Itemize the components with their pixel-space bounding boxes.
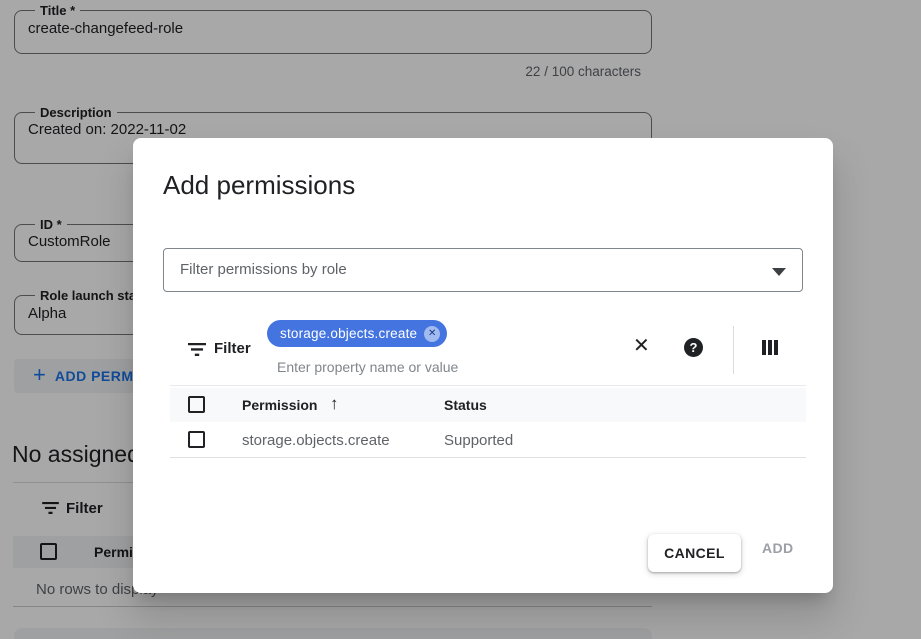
table-row[interactable]: storage.objects.create Supported: [170, 422, 806, 458]
sort-ascending-icon[interactable]: ↑: [330, 394, 339, 414]
clear-filters-icon[interactable]: ✕: [633, 335, 650, 357]
add-button[interactable]: ADD: [762, 540, 794, 556]
chevron-down-icon: [772, 268, 786, 276]
row-permission-cell: storage.objects.create: [242, 432, 390, 449]
help-icon[interactable]: ?: [684, 338, 703, 357]
permissions-filter-toolbar: Filter storage.objects.create ✕ Enter pr…: [170, 318, 806, 386]
add-permissions-dialog: Add permissions Filter permissions by ro…: [133, 138, 833, 593]
filter-icon: [188, 343, 206, 356]
cancel-button[interactable]: CANCEL: [648, 534, 741, 572]
filter-chip[interactable]: storage.objects.create ✕: [267, 320, 447, 347]
table-header-row: Permission ↑ Status: [170, 388, 806, 422]
chip-remove-icon[interactable]: ✕: [424, 326, 440, 342]
filter-input-placeholder[interactable]: Enter property name or value: [277, 359, 458, 375]
permissions-table: Permission ↑ Status storage.objects.crea…: [170, 388, 806, 458]
permission-column-header[interactable]: Permission: [242, 397, 317, 413]
filter-by-role-dropdown[interactable]: Filter permissions by role: [163, 248, 803, 292]
row-checkbox[interactable]: [188, 431, 205, 448]
select-all-checkbox[interactable]: [188, 396, 205, 413]
filter-label: Filter: [214, 340, 251, 357]
status-column-header[interactable]: Status: [444, 397, 487, 413]
dropdown-value: Filter permissions by role: [180, 261, 347, 278]
dialog-title: Add permissions: [163, 170, 355, 201]
toolbar-divider: [733, 326, 734, 374]
create-role-screen: Title * create-changefeed-role 22 / 100 …: [0, 0, 921, 639]
row-status-cell: Supported: [444, 432, 513, 449]
filter-chip-label: storage.objects.create: [280, 326, 417, 341]
columns-icon[interactable]: [762, 340, 778, 355]
